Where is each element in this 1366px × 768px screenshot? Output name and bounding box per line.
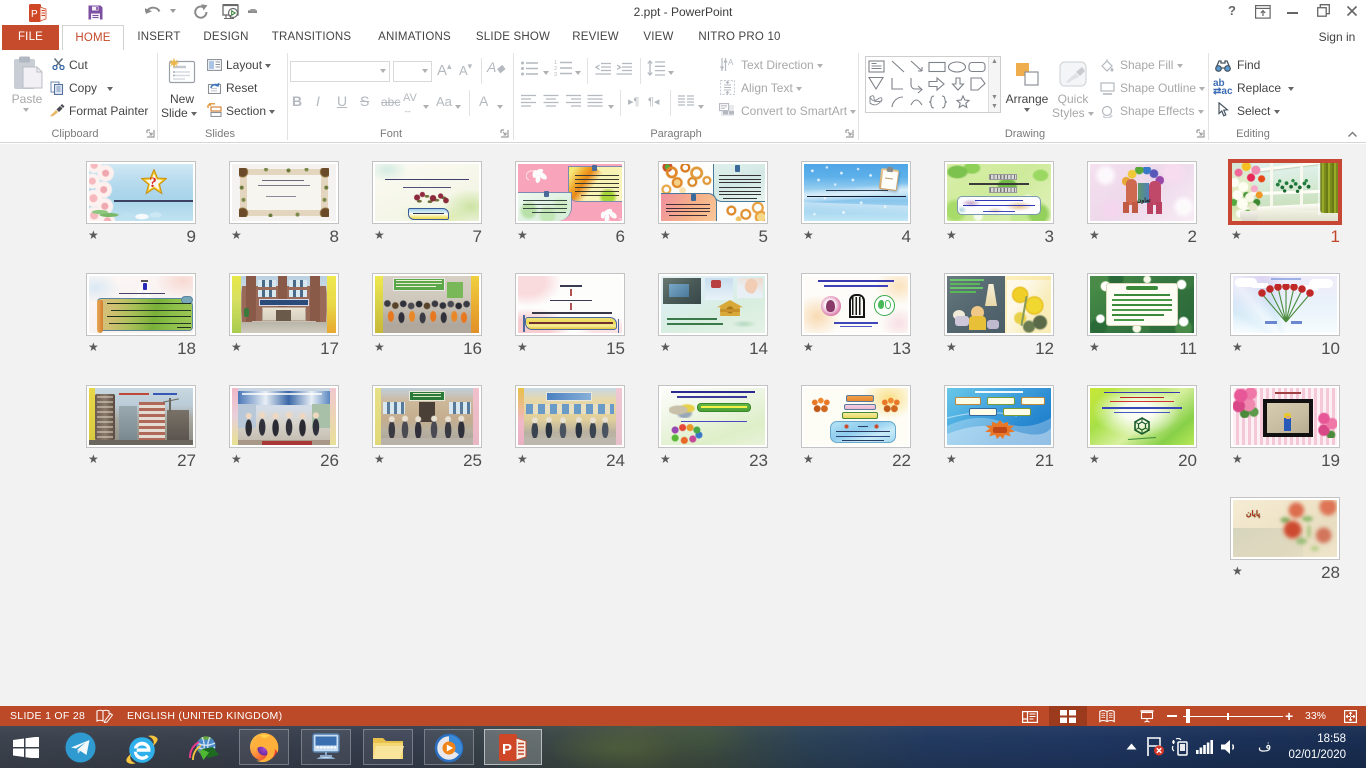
svg-text:P: P — [502, 741, 512, 758]
svg-text:A: A — [728, 58, 734, 67]
svg-text:3: 3 — [554, 72, 557, 76]
svg-text:?: ? — [149, 175, 157, 191]
